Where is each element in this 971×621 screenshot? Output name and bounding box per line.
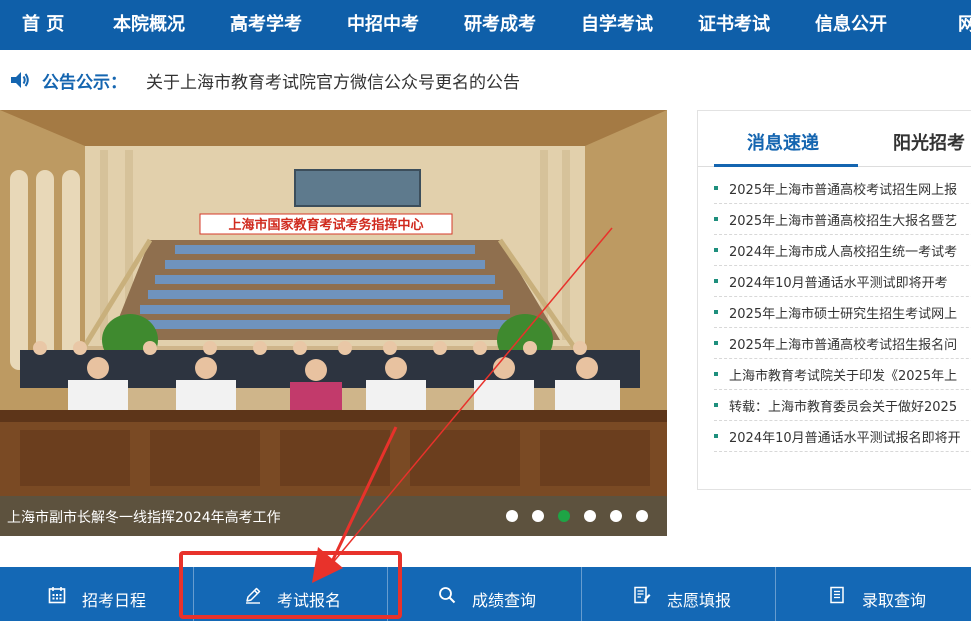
search-icon — [439, 587, 456, 604]
nav-item-home[interactable]: 首 页 — [22, 0, 64, 50]
banner-caption[interactable]: 上海市副市长解冬一线指挥2024年高考工作 — [7, 507, 281, 527]
carousel-dot[interactable] — [636, 510, 648, 522]
carousel-dot[interactable] — [532, 510, 544, 522]
carousel-dot[interactable] — [610, 510, 622, 522]
notice-link[interactable]: 关于上海市教育考试院官方微信公众号更名的公告 — [146, 68, 520, 93]
news-title: 转载：上海市教育委员会关于做好2025 — [729, 400, 958, 415]
nav-item-zhongkao[interactable]: 中招中考 — [347, 0, 419, 50]
banner-photo: 上海市国家教育考试考务指挥中心 — [0, 110, 667, 536]
bullet-icon — [714, 341, 718, 345]
quick-link-label: 成绩查询 — [472, 591, 537, 610]
speaker-icon — [11, 72, 29, 88]
banner-carousel[interactable]: 上海市国家教育考试考务指挥中心 上海市副市长解冬一线指挥2024年高考工作 — [0, 110, 667, 536]
news-title: 2024年上海市成人高校招生统一考试考 — [729, 245, 958, 260]
page: 首 页 本院概况 高考学考 中招中考 研考成考 自学考试 证书考试 信息公开 网… — [0, 0, 971, 621]
quick-link-application[interactable]: 志愿填报 — [582, 567, 776, 621]
bullet-icon — [714, 403, 718, 407]
news-item[interactable]: 2024年10月普通话水平测试即将开考 — [714, 266, 971, 297]
news-tabs: 消息速递 阳光招考 — [698, 111, 971, 167]
notice-label: 公告公示： — [42, 73, 127, 93]
quick-link-label: 志愿填报 — [667, 591, 732, 610]
bullet-icon — [714, 217, 718, 221]
calendar-icon — [48, 587, 66, 604]
news-panel: 消息速递 阳光招考 2025年上海市普通高校考试招生网上报 2025年上海市普通… — [697, 110, 971, 490]
news-item[interactable]: 2024年10月普通话水平测试报名即将开 — [714, 421, 971, 452]
news-item[interactable]: 2024年上海市成人高校招生统一考试考 — [714, 235, 971, 266]
tab-sunshine-admission[interactable]: 阳光招考 — [893, 129, 965, 155]
news-item[interactable]: 2025年上海市普通高校考试招生报名问 — [714, 328, 971, 359]
nav-item-certificates[interactable]: 证书考试 — [698, 0, 770, 50]
quick-link-admission-query[interactable]: 录取查询 — [776, 567, 971, 621]
document-icon — [830, 586, 844, 604]
main-nav: 首 页 本院概况 高考学考 中招中考 研考成考 自学考试 证书考试 信息公开 网 — [0, 0, 971, 50]
news-item[interactable]: 2025年上海市普通高校考试招生网上报 — [714, 173, 971, 204]
banner-hall-sign: 上海市国家教育考试考务指挥中心 — [228, 217, 423, 233]
bullet-icon — [714, 248, 718, 252]
news-title: 上海市教育考试院关于印发《2025年上 — [729, 369, 958, 384]
news-title: 2025年上海市硕士研究生招生考试网上 — [729, 307, 958, 322]
quick-link-label: 招考日程 — [82, 591, 147, 610]
carousel-dots — [506, 510, 650, 522]
bullet-icon — [714, 186, 718, 190]
quick-link-score-query[interactable]: 成绩查询 — [388, 567, 582, 621]
notice-bar: 公告公示： 关于上海市教育考试院官方微信公众号更名的公告 — [0, 50, 971, 110]
nav-item-yankao[interactable]: 研考成考 — [464, 0, 536, 50]
active-tab-indicator — [714, 164, 858, 167]
news-item[interactable]: 2025年上海市普通高校招生大报名暨艺 — [714, 204, 971, 235]
news-item[interactable]: 转载：上海市教育委员会关于做好2025 — [714, 390, 971, 421]
news-list: 2025年上海市普通高校考试招生网上报 2025年上海市普通高校招生大报名暨艺 … — [714, 173, 971, 452]
form-edit-icon — [634, 586, 651, 604]
bullet-icon — [714, 310, 718, 314]
news-title: 2025年上海市普通高校考试招生报名问 — [729, 338, 958, 353]
quick-link-schedule[interactable]: 招考日程 — [0, 567, 194, 621]
bullet-icon — [714, 372, 718, 376]
banner-caption-bar: 上海市副市长解冬一线指挥2024年高考工作 — [0, 496, 667, 536]
news-title: 2024年10月普通话水平测试即将开考 — [729, 276, 948, 291]
annotation-highlight-box — [179, 551, 402, 619]
bullet-icon — [714, 279, 718, 283]
news-title: 2025年上海市普通高校考试招生网上报 — [729, 183, 958, 198]
nav-item-info-public[interactable]: 信息公开 — [815, 0, 887, 50]
news-item[interactable]: 上海市教育考试院关于印发《2025年上 — [714, 359, 971, 390]
tab-news-express[interactable]: 消息速递 — [747, 129, 819, 155]
carousel-dot[interactable] — [506, 510, 518, 522]
nav-item-online[interactable]: 网 — [958, 0, 971, 50]
news-title: 2025年上海市普通高校招生大报名暨艺 — [729, 214, 958, 229]
nav-item-about[interactable]: 本院概况 — [113, 0, 185, 50]
carousel-dot[interactable] — [558, 510, 570, 522]
quick-links-bar: 招考日程 考试报名 成绩查询 志愿填报 录取查询 — [0, 567, 971, 621]
quick-link-label: 录取查询 — [862, 591, 927, 610]
carousel-dot[interactable] — [584, 510, 596, 522]
nav-item-gaokao[interactable]: 高考学考 — [230, 0, 302, 50]
news-item[interactable]: 2025年上海市硕士研究生招生考试网上 — [714, 297, 971, 328]
nav-item-self-study[interactable]: 自学考试 — [581, 0, 653, 50]
news-title: 2024年10月普通话水平测试报名即将开 — [729, 431, 961, 446]
bullet-icon — [714, 434, 718, 438]
